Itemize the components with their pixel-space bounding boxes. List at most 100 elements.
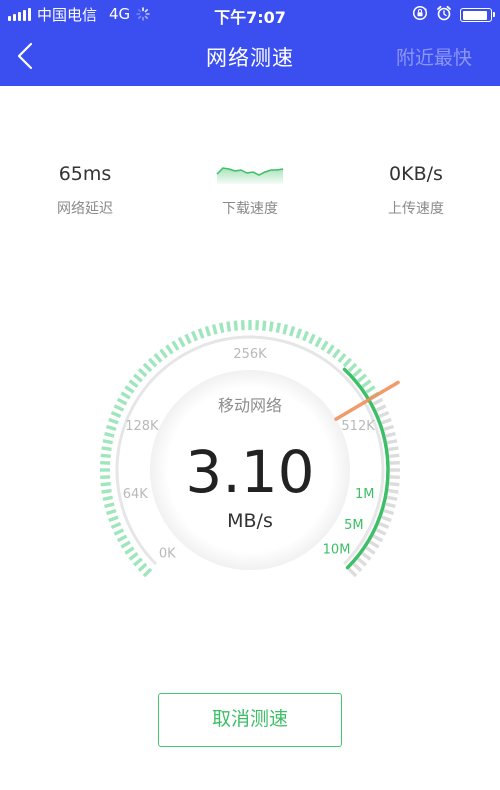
gauge-tick-label: 256K	[233, 347, 267, 362]
gauge-tick	[132, 557, 143, 567]
gauge-tick-label: 64K	[123, 487, 149, 502]
gauge-tick	[137, 368, 148, 378]
gauge-tick	[275, 322, 281, 334]
gauge-tick	[320, 340, 329, 351]
gauge-tick	[105, 424, 117, 431]
gauge-tick	[108, 417, 119, 425]
gauge-tick	[383, 509, 395, 516]
gauge-tick	[347, 567, 358, 578]
gauge-tick	[289, 325, 296, 337]
gauge-tick	[110, 411, 122, 418]
status-right	[412, 5, 495, 25]
latency-value: 65ms	[58, 163, 112, 185]
gauge-tick	[177, 336, 186, 348]
gauge-tick	[282, 324, 289, 335]
gauge-tick	[108, 515, 119, 523]
upload-value: 0KB/s	[389, 163, 443, 185]
gauge-tick	[295, 328, 303, 339]
gauge-tick	[102, 439, 114, 445]
gauge-tick	[372, 534, 384, 543]
gauge-tick	[137, 562, 148, 572]
gauge-tick	[132, 373, 143, 383]
speed-test-screen: 中国电信 4G 下午7:07 网络测速 附近最快 65ms 网络延迟 下载速度 …	[0, 0, 500, 790]
download-stat: 下载速度	[180, 160, 320, 218]
gauge-tick	[171, 340, 180, 351]
gauge-tick	[385, 502, 396, 509]
gauge-tick	[383, 424, 395, 431]
gauge-tick	[104, 502, 115, 509]
gauge-tick	[365, 385, 376, 394]
gauge-tick	[361, 552, 372, 561]
gauge-tick	[386, 439, 398, 445]
gauge-tick	[365, 546, 376, 555]
nav-bar: 网络测速 附近最快	[0, 28, 500, 86]
latency-label: 网络延迟	[57, 201, 113, 217]
gauge-tick	[128, 552, 139, 561]
gauge-tick	[100, 482, 111, 487]
gauge-tick	[153, 352, 163, 363]
gauge-tick	[197, 328, 205, 339]
gauge-tick	[352, 368, 363, 378]
gauge-tick	[226, 321, 232, 332]
gauge-tick	[326, 344, 335, 355]
gauge-tick	[116, 397, 128, 406]
gauge-tick	[342, 357, 352, 368]
gauge-tick	[381, 515, 392, 523]
alarm-clock-icon	[436, 5, 452, 25]
gauge-tick	[302, 330, 309, 342]
gauge-tick	[389, 453, 400, 458]
gauge-tick	[148, 357, 158, 368]
download-label: 下载速度	[222, 201, 278, 217]
gauge-tick	[191, 330, 198, 342]
cancel-test-button[interactable]: 取消测速	[158, 693, 342, 747]
gauge-tick	[142, 567, 153, 578]
gauge-tick	[389, 482, 400, 487]
gauge-tick	[314, 336, 323, 348]
gauge-tick	[378, 411, 390, 418]
download-graph	[180, 160, 320, 188]
header: 中国电信 4G 下午7:07 网络测速 附近最快	[0, 0, 500, 86]
upload-stat: 0KB/s 上传速度	[346, 160, 486, 218]
gauge-tick	[128, 379, 139, 388]
gauge-tick	[159, 348, 168, 359]
gauge-tick	[113, 404, 125, 412]
speed-gauge: 0K 64K 128K 256K 512K 1M 5M 10M 移动网络 3.10 MB/s	[50, 270, 450, 670]
nearby-fastest-button[interactable]: 附近最快	[396, 43, 472, 70]
gauge-tick	[308, 333, 316, 345]
gauge-tick-label: 1M	[355, 487, 375, 502]
gauge-tick	[101, 488, 112, 494]
gauge-tick	[337, 352, 347, 363]
gauge-tick	[124, 385, 135, 394]
battery-icon	[460, 8, 495, 22]
gauge-tick	[124, 546, 135, 555]
gauge-tick	[219, 322, 225, 334]
gauge-tick	[104, 431, 115, 438]
gauge-tick	[361, 379, 372, 388]
gauge-tick	[268, 321, 274, 332]
gauge-tick	[375, 404, 387, 412]
gauge-tick	[378, 522, 390, 529]
gauge-tick	[357, 557, 368, 567]
speed-unit: MB/s	[227, 510, 273, 532]
gauge-tick	[262, 320, 267, 331]
gauge-tick	[388, 488, 399, 494]
gauge-tick	[381, 417, 392, 425]
gauge-tick	[385, 431, 396, 438]
network-type-label: 移动网络	[217, 396, 282, 415]
gauge-tick	[204, 325, 211, 337]
gauge-tick	[120, 391, 131, 400]
gauge-tick	[332, 348, 341, 359]
gauge-tick	[233, 320, 238, 331]
gauge-tick	[101, 446, 112, 452]
gauge-tick	[386, 495, 398, 501]
download-speed-graph-icon	[216, 167, 284, 184]
gauge-tick	[372, 397, 384, 406]
orientation-lock-icon	[412, 5, 428, 25]
gauge-tick	[184, 333, 192, 345]
gauge-tick	[352, 562, 363, 572]
gauge-tick	[113, 528, 125, 536]
gauge-tick	[105, 509, 117, 516]
upload-label: 上传速度	[388, 201, 444, 217]
gauge-tick	[102, 495, 114, 501]
gauge-tick	[116, 534, 128, 543]
